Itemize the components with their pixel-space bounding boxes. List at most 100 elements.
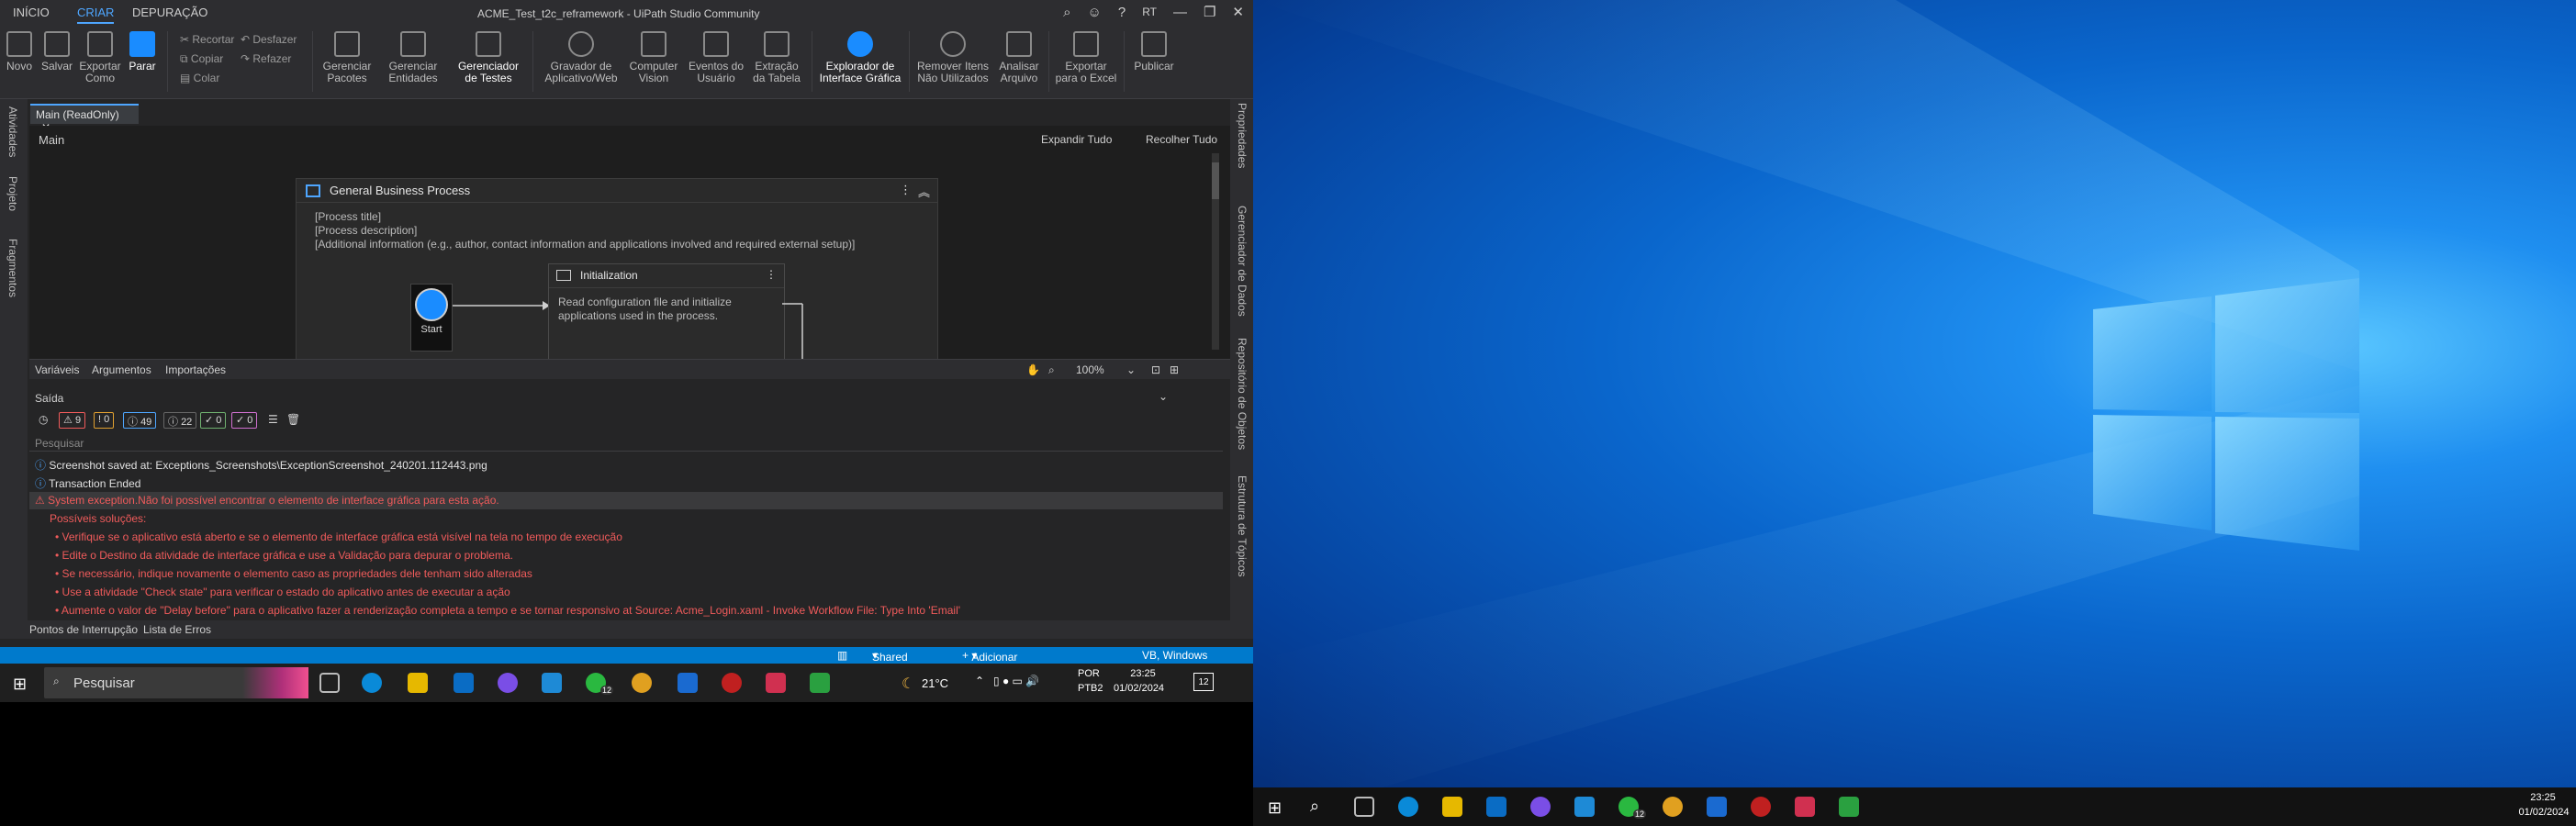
uipath-studio-icon[interactable] — [678, 673, 698, 693]
extracao-tabela-button[interactable]: Extração da Tabela — [749, 31, 804, 84]
tab-inicio[interactable]: INÍCIO — [13, 6, 50, 19]
tab-argumentos[interactable]: Argumentos — [92, 363, 151, 376]
tray-chevron-icon[interactable]: ⌃ — [975, 675, 984, 687]
zoom-level[interactable]: 100% — [1076, 363, 1104, 376]
search-icon[interactable]: ⌕ — [1310, 797, 1319, 816]
edge-icon[interactable] — [1398, 797, 1418, 817]
feedback-icon[interactable]: ☺ — [1088, 5, 1102, 20]
breadcrumb[interactable]: Main — [39, 133, 64, 147]
eventos-usuario-button[interactable]: Eventos do Usuário — [687, 31, 745, 84]
exportar-como-button[interactable]: Exportar Como — [79, 31, 121, 84]
assistant-icon[interactable] — [1839, 797, 1859, 817]
close-icon[interactable]: ✕ — [1232, 4, 1244, 20]
repo-icon[interactable]: ▥ — [837, 649, 847, 662]
recorder-icon[interactable] — [766, 673, 786, 693]
clock-time[interactable]: 23:25 — [1123, 668, 1163, 679]
overview-icon[interactable]: ⊞ — [1170, 363, 1179, 376]
panel-atividades[interactable]: Atividades — [6, 106, 19, 157]
refazer-button[interactable]: ↷ Refazer — [241, 52, 291, 65]
output-search-input[interactable]: Pesquisar — [29, 435, 1223, 452]
lang-indicator[interactable]: POR — [1078, 668, 1100, 679]
mail-icon[interactable] — [454, 673, 474, 693]
edge-icon[interactable] — [362, 673, 382, 693]
gerenciar-entidades-button[interactable]: Gerenciar Entidades — [386, 31, 441, 84]
remover-itens-button[interactable]: Remover Itens Não Utilizados — [914, 31, 991, 84]
user-avatar[interactable]: RT — [1142, 6, 1157, 18]
source-control-button[interactable]: + Adicionar ao Controle de Or... ▾ — [962, 649, 1017, 702]
panel-propriedades[interactable]: Propriedades — [1236, 103, 1249, 168]
start-node[interactable]: Start — [410, 284, 453, 352]
panel-projeto[interactable]: Projeto — [6, 176, 19, 211]
restore-icon[interactable]: ❐ — [1204, 4, 1215, 20]
clock-icon[interactable]: ◷ — [39, 413, 48, 426]
minimize-icon[interactable]: — — [1173, 5, 1187, 20]
vscode-icon[interactable] — [542, 673, 562, 693]
output-dropdown-icon[interactable]: ⌄ — [1159, 390, 1168, 403]
notifications-icon[interactable]: 12 — [1193, 673, 1214, 691]
robot-icon[interactable] — [722, 673, 742, 693]
chrome-icon[interactable] — [1663, 797, 1683, 817]
gerenciar-pacotes-button[interactable]: Gerenciar Pacotes — [319, 31, 375, 84]
tab-pontos-interrupcao[interactable]: Pontos de Interrupção — [29, 623, 138, 636]
mail-icon[interactable] — [1486, 797, 1506, 817]
computer-vision-button[interactable]: Computer Vision — [626, 31, 681, 84]
exportar-excel-button[interactable]: Exportar para o Excel — [1054, 31, 1118, 84]
panel-estrutura-topicos[interactable]: Estrutura de Tópicos — [1236, 475, 1249, 577]
file-explorer-icon[interactable] — [1442, 797, 1462, 817]
colar-button[interactable]: ▤ Colar — [180, 72, 219, 84]
chrome-icon[interactable] — [632, 673, 652, 693]
trace-filter[interactable]: ⓘ 22 — [163, 412, 197, 429]
warnings-filter[interactable]: ! 0 — [94, 412, 115, 429]
clock-date[interactable]: 01/02/2024 — [1114, 683, 1164, 694]
collapse-all-button[interactable]: Recolher Tudo — [1146, 133, 1217, 146]
windows-start-icon[interactable]: ⊞ — [13, 675, 27, 694]
keyboard-indicator[interactable]: PTB2 — [1078, 683, 1103, 694]
desfazer-button[interactable]: ↶ Desfazer — [241, 33, 297, 46]
tab-variaveis[interactable]: Variáveis — [35, 363, 79, 376]
panel-fragmentos[interactable]: Fragmentos — [6, 239, 19, 297]
info-filter[interactable]: ⓘ 49 — [123, 412, 157, 429]
robot-icon[interactable] — [1751, 797, 1771, 817]
debug-filter[interactable]: ✓ 0 — [231, 412, 258, 429]
vscode-icon[interactable] — [1574, 797, 1595, 817]
tab-lista-erros[interactable]: Lista de Erros — [143, 623, 211, 636]
panel-repositorio-objetos[interactable]: Repositório de Objetos — [1236, 338, 1249, 450]
designer-scrollbar[interactable] — [1212, 153, 1219, 350]
log-line-error[interactable]: ⚠ System exception.Não foi possível enco… — [35, 494, 499, 507]
task-view-icon[interactable] — [319, 673, 340, 693]
task-view-icon[interactable] — [1354, 797, 1374, 817]
collapse-icon[interactable]: ︽ — [918, 183, 930, 200]
help-icon[interactable]: ? — [1118, 5, 1126, 20]
gravador-button[interactable]: Gravador de Aplicativo/Web — [542, 31, 621, 84]
search-icon[interactable]: ⌕ — [1063, 5, 1070, 20]
tab-importacoes[interactable]: Importações — [165, 363, 226, 376]
uipath-studio-icon[interactable] — [1707, 797, 1727, 817]
github-desktop-icon[interactable] — [1530, 797, 1551, 817]
tab-depuracao[interactable]: DEPURAÇÃO — [132, 6, 207, 19]
recortar-button[interactable]: ✂ Recortar — [180, 33, 234, 46]
shared-selector[interactable]: Shared ▾ — [872, 649, 908, 664]
novo-button[interactable]: Novo — [6, 31, 33, 73]
hand-icon[interactable]: ✋ — [1026, 363, 1040, 376]
clock-date[interactable]: 01/02/2024 — [2516, 807, 2571, 818]
zoom-dropdown-icon[interactable]: ⌄ — [1126, 363, 1136, 376]
initialization-state[interactable]: Initialization ⋮ Read configuration file … — [548, 263, 785, 360]
verbose-filter[interactable]: ✓ 0 — [200, 412, 227, 429]
filter-icon[interactable]: ☰ — [268, 413, 278, 426]
clock-time[interactable]: 23:25 — [2520, 792, 2566, 803]
document-tab-main[interactable]: Main (ReadOnly) ✕ — [30, 104, 139, 134]
errors-filter[interactable]: ⚠ 9 — [59, 412, 86, 429]
windows-start-icon[interactable]: ⊞ — [1268, 798, 1282, 818]
file-explorer-icon[interactable] — [408, 673, 428, 693]
gerenciador-testes-button[interactable]: Gerenciador de Testes — [455, 31, 521, 84]
salvar-button[interactable]: Salvar — [40, 31, 73, 73]
tab-criar[interactable]: CRIAR — [77, 6, 115, 24]
zoom-icon[interactable]: ⌕ — [1048, 363, 1055, 377]
github-desktop-icon[interactable] — [498, 673, 518, 693]
more-options-icon[interactable]: ⋮ — [900, 183, 912, 197]
recorder-icon[interactable] — [1795, 797, 1815, 817]
explorador-interface-button[interactable]: Explorador de Interface Gráfica — [817, 31, 903, 84]
log-line[interactable]: ⓘ Screenshot saved at: Exceptions_Screen… — [35, 457, 487, 473]
parar-button[interactable]: Parar — [127, 31, 158, 73]
log-line[interactable]: ⓘ Transaction Ended — [35, 475, 140, 491]
